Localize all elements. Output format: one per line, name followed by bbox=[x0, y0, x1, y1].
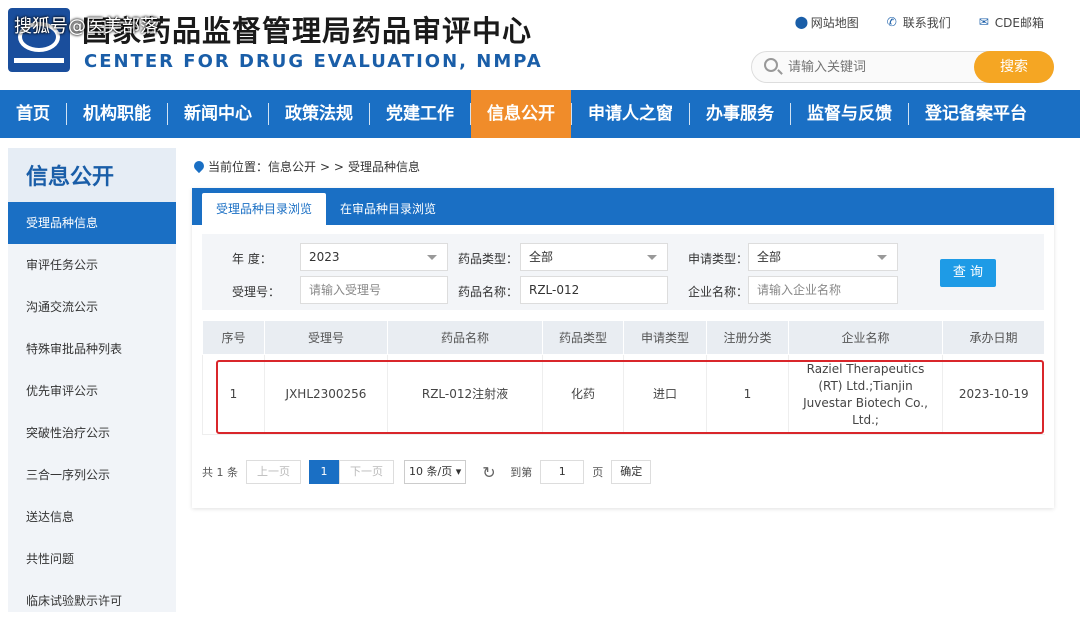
site-map-link[interactable]: ⬤ 网站地图 bbox=[795, 14, 859, 31]
mail-icon: ✉ bbox=[978, 15, 989, 29]
table-header-row: 序号 受理号 药品名称 药品类型 申请类型 注册分类 企业名称 承办日期 bbox=[202, 320, 1045, 355]
nav-registration[interactable]: 登记备案平台 bbox=[909, 90, 1043, 138]
goto-page-input[interactable]: 1 bbox=[540, 460, 585, 484]
company-label: 企业名称： bbox=[688, 285, 749, 299]
col-header-reg-class: 注册分类 bbox=[706, 320, 789, 355]
chevron-down-icon bbox=[427, 255, 437, 260]
nav-news[interactable]: 新闻中心 bbox=[168, 90, 268, 138]
sidebar: 信息公开 受理品种信息 审评任务公示 沟通交流公示 特殊审批品种列表 优先审评公… bbox=[8, 148, 176, 612]
sidebar-item-delivery[interactable]: 送达信息 bbox=[8, 496, 176, 538]
col-header-drug-type: 药品类型 bbox=[542, 320, 624, 355]
refresh-icon[interactable]: ↻ bbox=[482, 463, 498, 482]
accept-no-input[interactable]: 请输入受理号 bbox=[300, 276, 448, 304]
sidebar-title: 信息公开 bbox=[8, 148, 176, 202]
table-row[interactable]: 1 JXHL2300256 RZL-012注射液 化药 进口 1 Raziel … bbox=[202, 354, 1045, 435]
location-pin-icon bbox=[194, 161, 204, 173]
cell-date: 2023-10-19 bbox=[942, 354, 1045, 435]
company-input[interactable]: 请输入企业名称 bbox=[748, 276, 898, 304]
cell-company: Raziel Therapeutics (RT) Ltd.;Tianjin Ju… bbox=[788, 354, 943, 435]
sidebar-item-breakthrough[interactable]: 突破性治疗公示 bbox=[8, 412, 176, 454]
apply-type-select[interactable]: 全部 bbox=[748, 243, 898, 271]
nav-info-disclosure[interactable]: 信息公开 bbox=[471, 90, 571, 138]
year-select[interactable]: 2023 bbox=[300, 243, 448, 271]
col-header-date: 承办日期 bbox=[942, 320, 1045, 355]
search-icon bbox=[764, 58, 778, 72]
drug-name-label: 药品名称： bbox=[458, 285, 519, 299]
pagination: 共 1 条 上一页 1 下一页 10 条/页 ▾ ↻ 到第 1 页 确定 bbox=[202, 460, 652, 484]
location-pin-icon: ⬤ bbox=[794, 15, 809, 29]
breadcrumb-separator: > > bbox=[320, 159, 344, 174]
breadcrumb: 当前位置：信息公开 > > 受理品种信息 bbox=[194, 158, 420, 175]
tab-accepted-catalog[interactable]: 受理品种目录浏览 bbox=[202, 193, 327, 225]
sidebar-item-accepted-varieties[interactable]: 受理品种信息 bbox=[8, 202, 176, 244]
cell-reg-class: 1 bbox=[706, 354, 789, 435]
top-links: ⬤ 网站地图 ✆ 联系我们 ✉ CDE邮箱 bbox=[795, 14, 1044, 31]
drug-name-input[interactable]: RZL-012 bbox=[520, 276, 668, 304]
main-nav: 首页 机构职能 新闻中心 政策法规 党建工作 信息公开 申请人之窗 办事服务 监… bbox=[0, 90, 1080, 138]
site-title-en: CENTER FOR DRUG EVALUATION, NMPA bbox=[84, 51, 543, 72]
phone-icon: ✆ bbox=[886, 15, 897, 29]
col-header-drug-name: 药品名称 bbox=[387, 320, 543, 355]
page-unit-label: 页 bbox=[592, 466, 604, 479]
sidebar-item-common-issues[interactable]: 共性问题 bbox=[8, 538, 176, 580]
search-bar: 搜索 bbox=[751, 51, 1054, 83]
watermark: 搜狐号@医美部落 bbox=[14, 16, 158, 37]
nav-functions[interactable]: 机构职能 bbox=[67, 90, 167, 138]
cell-drug-name: RZL-012注射液 bbox=[387, 354, 543, 435]
results-table: 序号 受理号 药品名称 药品类型 申请类型 注册分类 企业名称 承办日期 1 J… bbox=[202, 320, 1045, 435]
drug-type-select[interactable]: 全部 bbox=[520, 243, 668, 271]
page-number-button[interactable]: 1 bbox=[309, 460, 339, 484]
accept-no-label: 受理号： bbox=[232, 285, 281, 299]
nav-supervision[interactable]: 监督与反馈 bbox=[791, 90, 908, 138]
query-button[interactable]: 查 询 bbox=[940, 259, 996, 287]
drug-type-label: 药品类型： bbox=[458, 252, 519, 266]
goto-confirm-button[interactable]: 确定 bbox=[611, 460, 652, 484]
content-panel: 受理品种目录浏览 在审品种目录浏览 年 度： 2023 药品类型： 全部 申请类… bbox=[192, 188, 1054, 508]
page-size-select[interactable]: 10 条/页 ▾ bbox=[404, 460, 467, 484]
col-header-apply-type: 申请类型 bbox=[623, 320, 707, 355]
prev-page-button[interactable]: 上一页 bbox=[246, 460, 301, 484]
cell-drug-type: 化药 bbox=[542, 354, 624, 435]
cell-index: 1 bbox=[202, 354, 265, 435]
goto-label: 到第 bbox=[510, 466, 533, 479]
chevron-down-icon bbox=[647, 255, 657, 260]
sidebar-item-review-tasks[interactable]: 审评任务公示 bbox=[8, 244, 176, 286]
sidebar-item-priority-review[interactable]: 优先审评公示 bbox=[8, 370, 176, 412]
col-header-company: 企业名称 bbox=[788, 320, 943, 355]
sidebar-item-clinical-trial[interactable]: 临床试验默示许可 bbox=[8, 580, 176, 622]
nav-services[interactable]: 办事服务 bbox=[690, 90, 790, 138]
search-button[interactable]: 搜索 bbox=[974, 51, 1054, 83]
nav-policy[interactable]: 政策法规 bbox=[269, 90, 369, 138]
sidebar-item-special-approval[interactable]: 特殊审批品种列表 bbox=[8, 328, 176, 370]
year-label: 年 度： bbox=[232, 252, 272, 266]
chevron-down-icon bbox=[877, 255, 887, 260]
contact-us-link[interactable]: ✆ 联系我们 bbox=[887, 14, 951, 31]
tab-under-review-catalog[interactable]: 在审品种目录浏览 bbox=[326, 193, 450, 225]
total-count: 共 1 条 bbox=[202, 466, 238, 479]
nav-applicant[interactable]: 申请人之窗 bbox=[572, 90, 689, 138]
search-input[interactable] bbox=[788, 57, 968, 77]
col-header-accept-no: 受理号 bbox=[264, 320, 388, 355]
col-header-index: 序号 bbox=[202, 320, 265, 355]
tab-bar: 受理品种目录浏览 在审品种目录浏览 bbox=[192, 188, 1054, 225]
breadcrumb-current: 受理品种信息 bbox=[347, 160, 420, 174]
filter-form: 年 度： 2023 药品类型： 全部 申请类型： 全部 受理号： 请输入受理号 … bbox=[202, 234, 1044, 310]
sidebar-item-three-in-one[interactable]: 三合一序列公示 bbox=[8, 454, 176, 496]
apply-type-label: 申请类型： bbox=[688, 252, 749, 266]
cell-apply-type: 进口 bbox=[623, 354, 707, 435]
cde-mail-link[interactable]: ✉ CDE邮箱 bbox=[979, 14, 1044, 31]
cell-accept-no: JXHL2300256 bbox=[264, 354, 388, 435]
sidebar-item-communication[interactable]: 沟通交流公示 bbox=[8, 286, 176, 328]
next-page-button[interactable]: 下一页 bbox=[339, 460, 394, 484]
chevron-down-icon: ▾ bbox=[455, 465, 462, 478]
nav-home[interactable]: 首页 bbox=[0, 90, 66, 138]
nav-party[interactable]: 党建工作 bbox=[370, 90, 470, 138]
breadcrumb-prefix[interactable]: 当前位置：信息公开 bbox=[208, 158, 316, 175]
site-header: 国家药品监督管理局药品审评中心 CENTER FOR DRUG EVALUATI… bbox=[0, 0, 1080, 90]
